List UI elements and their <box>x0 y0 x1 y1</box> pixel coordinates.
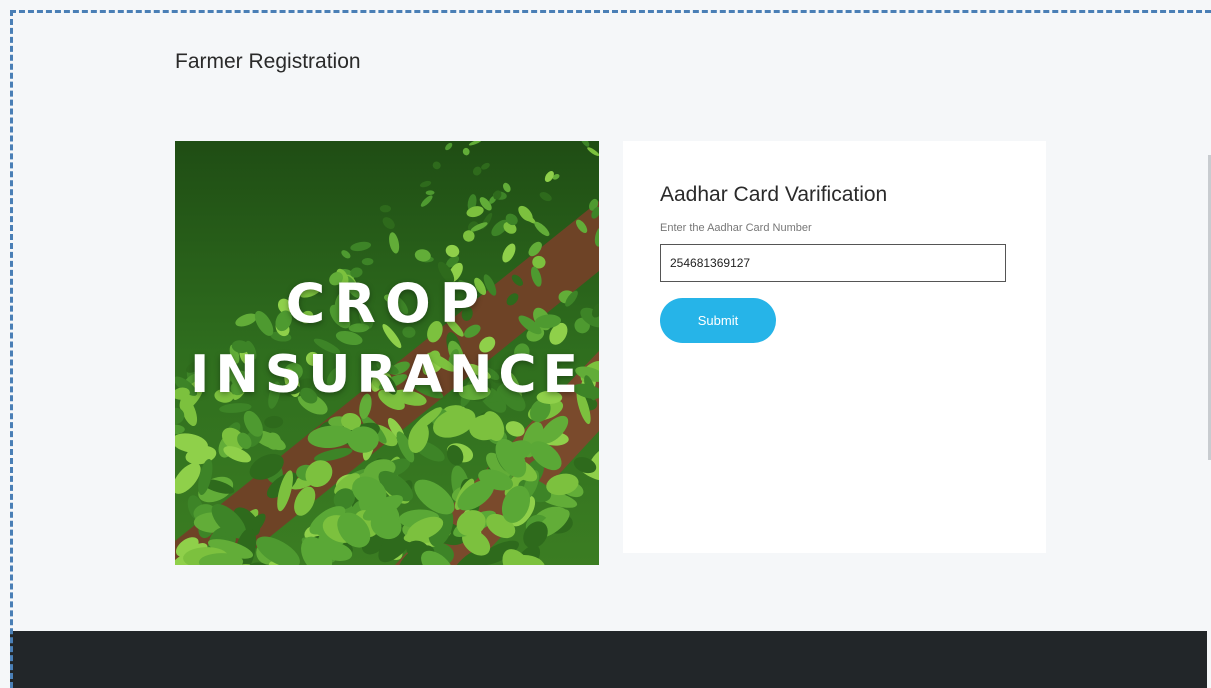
page-frame: Farmer Registration CROP INSURANCE Aadha… <box>0 0 1211 688</box>
hero-title-line1: CROP <box>285 272 489 335</box>
selection-border-top <box>10 10 1211 13</box>
verification-heading: Aadhar Card Varification <box>660 183 888 206</box>
verification-card: Aadhar Card Varification Enter the Aadha… <box>623 141 1046 553</box>
selection-border-left <box>10 10 13 688</box>
page-footer <box>10 631 1207 688</box>
aadhar-field-label: Enter the Aadhar Card Number <box>660 222 812 234</box>
hero-overlay-text: CROP INSURANCE <box>175 141 599 565</box>
hero-title-line2: INSURANCE <box>189 345 585 405</box>
submit-button[interactable]: Submit <box>660 298 776 343</box>
aadhar-number-input[interactable] <box>660 244 1006 282</box>
crop-insurance-image: CROP INSURANCE <box>175 141 599 565</box>
page-title: Farmer Registration <box>175 50 361 73</box>
